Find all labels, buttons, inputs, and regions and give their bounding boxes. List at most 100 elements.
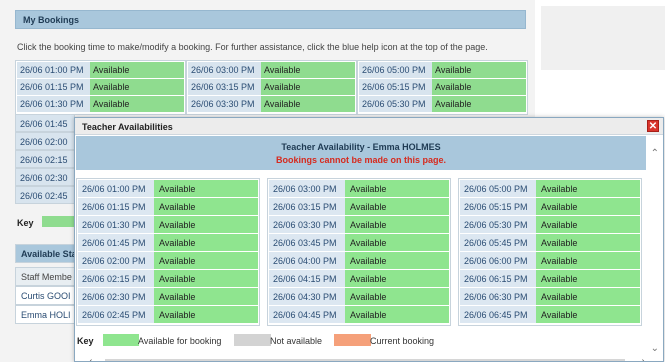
booking-time-link[interactable]: 26/06 01:30 PM [17, 96, 90, 112]
availability-column: 26/06 01:00 PM Available 26/06 01:15 PM Ava… [76, 178, 260, 326]
slot-status: Available [345, 288, 449, 305]
close-icon[interactable]: ✕ [647, 120, 659, 132]
booking-row[interactable]: 26/06 01:00 PM Available [17, 62, 184, 78]
scroll-down-chevron-icon[interactable]: ⌄ [651, 343, 659, 354]
staff-list-item[interactable]: Curtis GOOI [15, 286, 75, 305]
scroll-right-chevron-icon[interactable]: › [642, 356, 645, 361]
availability-row: 26/06 05:45 PM Available [460, 234, 640, 251]
slot-time: 26/06 02:30 PM [78, 288, 154, 305]
slot-status: Available [154, 216, 258, 233]
booking-time-link[interactable]: 26/06 02:45 [15, 186, 75, 204]
booking-time-link[interactable]: 26/06 02:30 [15, 168, 75, 186]
booking-status: Available [432, 96, 526, 112]
booking-status: Available [432, 79, 526, 95]
booking-time-link[interactable]: 26/06 01:00 PM [17, 62, 90, 78]
my-bookings-header: My Bookings [15, 10, 526, 29]
availability-row: 26/06 03:30 PM Available [269, 216, 449, 233]
slot-status: Available [536, 306, 640, 323]
availability-row: 26/06 03:15 PM Available [269, 198, 449, 215]
available-key-text: Available for booking [138, 336, 222, 346]
availability-row: 26/06 04:30 PM Available [269, 288, 449, 305]
background-booking-column: 26/06 05:00 PM Available 26/06 05:15 PM Ava… [357, 60, 528, 115]
availability-row: 26/06 04:00 PM Available [269, 252, 449, 269]
slot-time: 26/06 03:00 PM [269, 180, 345, 197]
booking-time-link[interactable]: 26/06 05:15 PM [359, 79, 432, 95]
slot-status: Available [345, 216, 449, 233]
booking-time-link[interactable]: 26/06 05:30 PM [359, 96, 432, 112]
booking-time-link[interactable]: 26/06 02:15 [15, 150, 75, 168]
slot-time: 26/06 04:30 PM [269, 288, 345, 305]
slot-status: Available [345, 180, 449, 197]
slot-status: Available [154, 288, 258, 305]
staff-list-item[interactable]: Emma HOLI [15, 305, 75, 324]
availability-row: 26/06 04:45 PM Available [269, 306, 449, 323]
slot-status: Available [345, 306, 449, 323]
booking-row[interactable]: 26/06 05:30 PM Available [359, 96, 526, 112]
slot-time: 26/06 06:15 PM [460, 270, 536, 287]
slot-time: 26/06 03:30 PM [269, 216, 345, 233]
slot-status: Available [154, 234, 258, 251]
dialog-titlebar: Teacher Availabilities ✕ [75, 118, 663, 135]
availability-info-banner: Teacher Availability - Emma HOLMES Booki… [76, 136, 646, 170]
current-booking-key-text: Current booking [370, 336, 435, 346]
booking-row[interactable]: 26/06 03:00 PM Available [188, 62, 355, 78]
slot-status: Available [536, 180, 640, 197]
slot-status: Available [536, 216, 640, 233]
slot-time: 26/06 06:30 PM [460, 288, 536, 305]
booking-row[interactable]: 26/06 05:15 PM Available [359, 79, 526, 95]
slot-time: 26/06 01:45 PM [78, 234, 154, 251]
slot-time: 26/06 04:45 PM [269, 306, 345, 323]
booking-time-link[interactable]: 26/06 03:00 PM [188, 62, 261, 78]
slot-status: Available [154, 198, 258, 215]
not-available-swatch [234, 334, 271, 346]
background-booking-column: 26/06 03:00 PM Available 26/06 03:15 PM Ava… [186, 60, 357, 115]
booking-time-link[interactable]: 26/06 02:00 [15, 132, 75, 150]
scroll-left-chevron-icon[interactable]: ‹ [89, 356, 92, 361]
availability-row: 26/06 06:00 PM Available [460, 252, 640, 269]
slot-status: Available [345, 198, 449, 215]
slot-time: 26/06 01:30 PM [78, 216, 154, 233]
slot-time: 26/06 02:00 PM [78, 252, 154, 269]
booking-time-link[interactable]: 26/06 01:15 PM [17, 79, 90, 95]
availability-row: 26/06 05:15 PM Available [460, 198, 640, 215]
scroll-up-chevron-icon[interactable]: ⌃ [651, 148, 659, 159]
booking-status: Available [432, 62, 526, 78]
booking-row[interactable]: 26/06 03:30 PM Available [188, 96, 355, 112]
staff-list-item: Staff Membe [15, 267, 75, 286]
slot-time: 26/06 06:45 PM [460, 306, 536, 323]
slot-time: 26/06 04:15 PM [269, 270, 345, 287]
slot-time: 26/06 03:45 PM [269, 234, 345, 251]
slot-time: 26/06 03:15 PM [269, 198, 345, 215]
slot-status: Available [536, 252, 640, 269]
booking-time-link[interactable]: 26/06 01:45 [15, 114, 75, 132]
key-legend: Key Available for booking Not available … [76, 332, 636, 348]
slot-time: 26/06 05:30 PM [460, 216, 536, 233]
slot-time: 26/06 05:15 PM [460, 198, 536, 215]
booking-row[interactable]: 26/06 05:00 PM Available [359, 62, 526, 78]
teacher-availabilities-dialog: Teacher Availabilities ✕ Teacher Availab… [74, 117, 664, 362]
availability-row: 26/06 03:45 PM Available [269, 234, 449, 251]
background-key-swatch [42, 216, 75, 227]
booking-row[interactable]: 26/06 01:15 PM Available [17, 79, 184, 95]
slot-time: 26/06 04:00 PM [269, 252, 345, 269]
booking-time-link[interactable]: 26/06 03:30 PM [188, 96, 261, 112]
slot-time: 26/06 02:45 PM [78, 306, 154, 323]
booking-row[interactable]: 26/06 03:15 PM Available [188, 79, 355, 95]
booking-time-link[interactable]: 26/06 05:00 PM [359, 62, 432, 78]
booking-time-link[interactable]: 26/06 03:15 PM [188, 79, 261, 95]
availability-row: 26/06 02:00 PM Available [78, 252, 258, 269]
booking-row[interactable]: 26/06 01:30 PM Available [17, 96, 184, 112]
slot-status: Available [536, 288, 640, 305]
booking-status: Available [261, 79, 355, 95]
page: My Bookings Click the booking time to ma… [0, 0, 665, 362]
right-panel [541, 6, 665, 70]
available-staff-header: Available Sta [15, 244, 75, 263]
not-available-key-text: Not available [270, 336, 323, 346]
slot-status: Available [345, 252, 449, 269]
booking-status: Available [90, 62, 184, 78]
availability-row: 26/06 03:00 PM Available [269, 180, 449, 197]
availability-heading: Teacher Availability - Emma HOLMES [281, 142, 441, 152]
availability-row: 26/06 02:15 PM Available [78, 270, 258, 287]
slot-status: Available [345, 234, 449, 251]
slot-time: 26/06 05:00 PM [460, 180, 536, 197]
